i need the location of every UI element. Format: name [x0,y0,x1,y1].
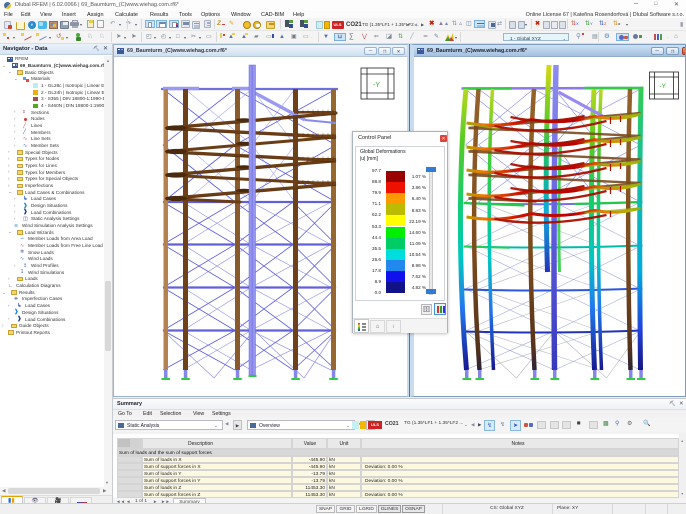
svg-text:-Y: -Y [373,82,380,89]
svg-text:-Y: -Y [660,83,667,90]
